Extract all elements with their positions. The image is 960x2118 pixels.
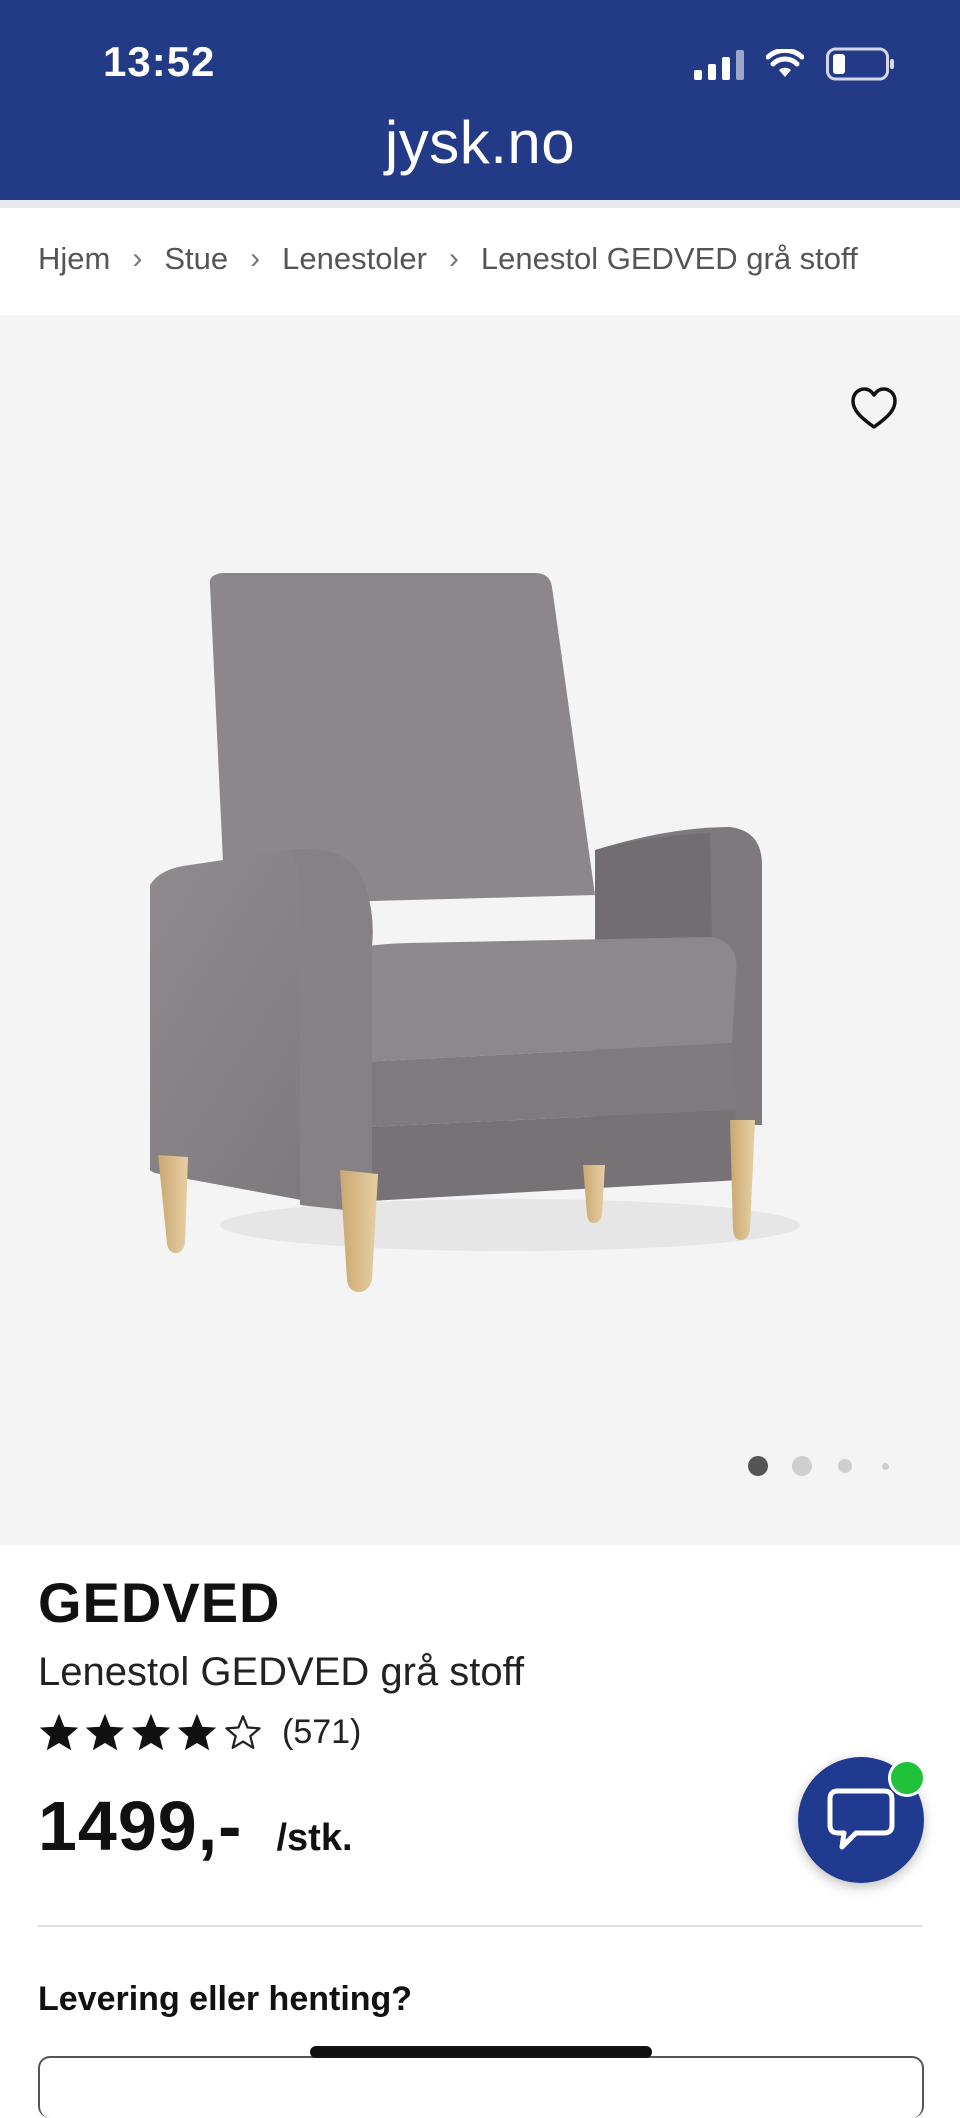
divider <box>38 1925 922 1927</box>
star-filled-icon <box>177 1713 217 1751</box>
status-icons <box>694 44 896 84</box>
chat-bubble-icon <box>827 1788 895 1850</box>
breadcrumb-separator: › <box>250 242 261 275</box>
breadcrumb-item-home[interactable]: Hjem <box>38 241 110 277</box>
star-filled-icon <box>85 1713 125 1751</box>
rating-stars <box>38 1712 264 1752</box>
breadcrumb-separator: › <box>132 242 143 275</box>
home-indicator[interactable] <box>310 2046 652 2058</box>
header-divider <box>0 200 960 208</box>
gallery-pagination[interactable] <box>748 1456 889 1476</box>
product-rating[interactable]: (571) <box>38 1712 361 1752</box>
product-image[interactable] <box>150 565 830 1295</box>
delivery-heading: Levering eller henting? <box>38 1980 413 2018</box>
product-brand: GEDVED <box>38 1571 281 1634</box>
top-bar: 13:52 jysk.no <box>0 0 960 200</box>
delivery-option-box[interactable] <box>38 2056 924 2118</box>
breadcrumb-item-current[interactable]: Lenestol GEDVED grå stoff <box>481 241 858 277</box>
product-gallery[interactable] <box>0 315 960 1545</box>
breadcrumb: Hjem › Stue › Lenestoler › Lenestol GEDV… <box>38 238 858 280</box>
breadcrumb-separator: › <box>448 242 459 275</box>
gallery-dot[interactable] <box>838 1459 852 1473</box>
status-time: 13:52 <box>103 38 216 85</box>
star-empty-icon <box>225 1715 261 1749</box>
gallery-dot[interactable] <box>792 1456 812 1476</box>
price-row: 1499,- /stk. <box>38 1786 353 1866</box>
battery-icon <box>826 47 894 81</box>
review-count[interactable]: (571) <box>282 1713 361 1752</box>
online-status-dot <box>888 1759 926 1797</box>
signal-icon <box>694 48 744 80</box>
gallery-dot[interactable] <box>882 1462 889 1470</box>
star-filled-icon <box>131 1713 171 1751</box>
product-price: 1499,- <box>38 1787 243 1865</box>
wifi-icon <box>766 49 804 77</box>
breadcrumb-item-stue[interactable]: Stue <box>164 241 228 277</box>
url-bar[interactable]: jysk.no <box>0 108 960 177</box>
breadcrumb-item-lenestoler[interactable]: Lenestoler <box>282 241 427 277</box>
heart-icon[interactable] <box>850 385 898 433</box>
gallery-dot[interactable] <box>748 1456 768 1476</box>
product-name: Lenestol GEDVED grå stoff <box>38 1650 525 1694</box>
star-filled-icon <box>39 1713 79 1751</box>
price-unit: /stk. <box>276 1817 353 1859</box>
